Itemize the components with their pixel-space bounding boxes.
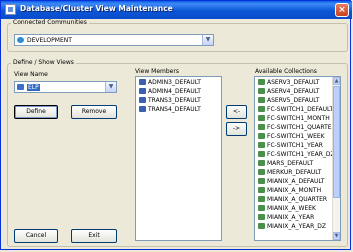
connected-communities-label: Connected Communities	[11, 19, 89, 26]
exit-button[interactable]: Exit	[71, 229, 117, 243]
add-to-view-button[interactable]: <-	[226, 105, 247, 119]
chevron-down-icon[interactable]: ▼	[105, 82, 116, 92]
view-name-dropdown[interactable]: ELP ▼	[14, 81, 117, 93]
remove-button[interactable]: Remove	[71, 105, 117, 119]
collection-icon	[258, 115, 265, 121]
community-value: DEVELOPMENT	[27, 37, 72, 44]
window-title: Database/Cluster View Maintenance	[20, 4, 173, 13]
main-window: Database/Cluster View Maintenance × Conn…	[0, 0, 352, 250]
collection-icon	[258, 160, 265, 166]
collection-icon	[258, 178, 265, 184]
remove-from-view-button[interactable]: ->	[226, 122, 247, 136]
cancel-button[interactable]: Cancel	[14, 229, 58, 243]
view-members-label: View Members	[135, 68, 179, 75]
title-bar[interactable]: Database/Cluster View Maintenance ×	[1, 1, 352, 19]
collection-icon	[258, 214, 265, 220]
available-collections-list[interactable]: ASERV3_DEFAULT ASERV4_DEFAULT ASERV5_DEF…	[254, 76, 341, 241]
collection-icon	[258, 196, 265, 202]
collection-icon	[258, 79, 265, 85]
view-icon	[17, 84, 24, 90]
scroll-down-icon[interactable]: ▼	[333, 232, 340, 240]
view-members-list[interactable]: ADMIN3_DEFAULT ADMIN4_DEFAULT TRANS3_DEF…	[135, 76, 222, 241]
scroll-up-icon[interactable]: ▲	[333, 77, 340, 85]
view-icon	[139, 97, 146, 103]
available-collections-label: Available Collections	[255, 68, 317, 75]
collection-icon	[258, 88, 265, 94]
collection-icon	[258, 151, 265, 157]
view-icon	[139, 106, 146, 112]
collection-icon	[258, 106, 265, 112]
define-views-label: Define / Show Views	[11, 59, 76, 66]
scrollbar-thumb[interactable]	[333, 86, 340, 198]
community-icon	[17, 37, 24, 43]
view-icon	[139, 79, 146, 85]
collections-scrollbar[interactable]: ▲ ▼	[332, 77, 340, 240]
close-button[interactable]: ×	[335, 3, 349, 17]
collection-icon	[258, 187, 265, 193]
collection-icon	[258, 169, 265, 175]
collection-icon	[258, 142, 265, 148]
view-name-label: View Name	[14, 71, 48, 78]
collection-icon	[258, 124, 265, 130]
view-name-value: ELP	[27, 84, 40, 91]
view-icon	[139, 88, 146, 94]
define-button[interactable]: Define	[14, 105, 58, 119]
collection-icon	[258, 223, 265, 229]
collection-icon	[258, 133, 265, 139]
community-dropdown[interactable]: DEVELOPMENT ▼	[14, 34, 214, 46]
collection-icon	[258, 205, 265, 211]
close-icon: ×	[338, 5, 346, 15]
collection-icon	[258, 97, 265, 103]
chevron-down-icon[interactable]: ▼	[202, 35, 213, 45]
app-icon	[5, 4, 16, 15]
